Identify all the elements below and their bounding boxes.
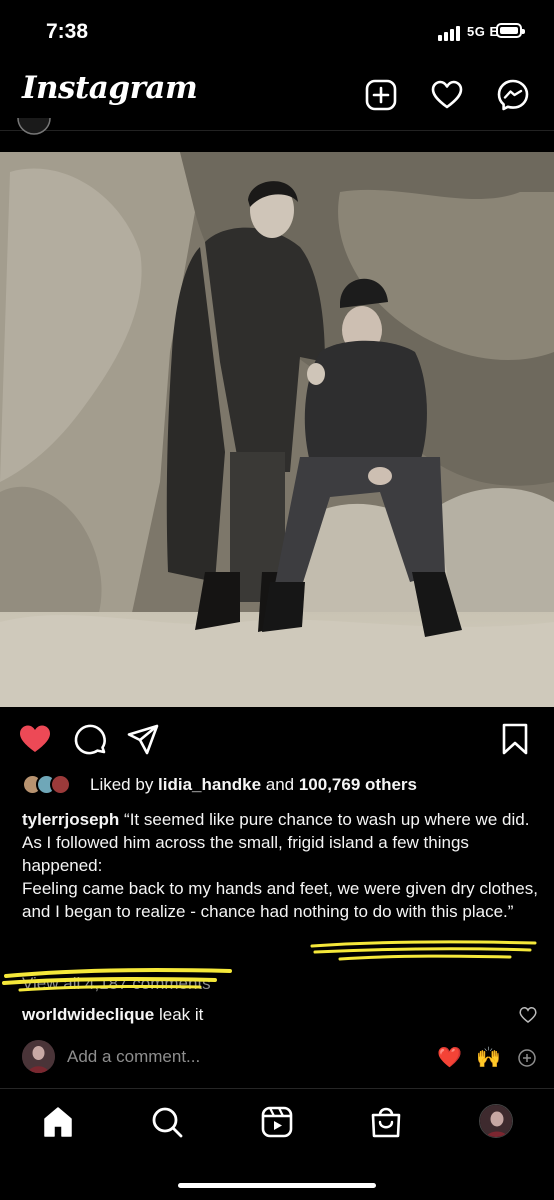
caption-username[interactable]: tylerrjoseph <box>22 810 119 829</box>
instagram-logo[interactable]: Instagram <box>22 70 198 106</box>
post-caption: tylerrjoseph “It seemed like pure chance… <box>22 808 542 923</box>
add-comment-input[interactable]: Add a comment... <box>67 1047 200 1067</box>
messenger-icon[interactable] <box>496 78 530 112</box>
post-photo[interactable] <box>0 152 554 707</box>
comment-like-heart-icon[interactable] <box>519 1006 537 1024</box>
home-indicator <box>178 1183 376 1188</box>
add-post-icon[interactable] <box>364 78 398 112</box>
photo-image <box>0 152 554 707</box>
activity-heart-icon[interactable] <box>430 78 464 112</box>
shop-icon[interactable] <box>368 1104 404 1140</box>
comment-username[interactable]: worldwideclique <box>22 1005 154 1024</box>
liked-by-count[interactable]: 100,769 others <box>299 775 417 794</box>
quick-emoji-heart[interactable]: ❤️ <box>437 1045 462 1070</box>
likes-summary[interactable]: Liked by lidia_handke and 100,769 others <box>90 775 417 795</box>
share-icon[interactable] <box>126 722 160 756</box>
header-divider <box>0 130 554 131</box>
add-emoji-icon[interactable] <box>517 1048 537 1068</box>
profile-avatar[interactable] <box>479 1104 513 1138</box>
top-comment: worldwideclique leak it <box>22 1005 203 1025</box>
bookmark-icon[interactable] <box>498 722 532 756</box>
reels-icon[interactable] <box>259 1104 295 1140</box>
like-heart-icon[interactable] <box>18 722 52 756</box>
signal-icon <box>438 25 464 41</box>
liked-by-middle: and <box>261 775 299 794</box>
yellow-highlight-scribble <box>2 940 537 992</box>
liker-avatar <box>50 774 71 795</box>
caption-line-3: Feeling came back to my hands and feet, … <box>22 879 538 921</box>
home-icon[interactable] <box>40 1104 76 1140</box>
liked-by-prefix: Liked by <box>90 775 159 794</box>
bottom-nav-divider <box>0 1088 554 1089</box>
previous-post-avatar[interactable] <box>16 118 52 136</box>
comment-text: leak it <box>154 1005 204 1024</box>
network-label: 5G E <box>467 24 499 39</box>
caption-line-2: As I followed him across the small, frig… <box>22 833 469 875</box>
quick-emoji-raised-hands[interactable]: 🙌 <box>476 1045 501 1070</box>
current-user-avatar <box>22 1040 55 1073</box>
liked-by-user[interactable]: lidia_handke <box>158 775 261 794</box>
battery-icon <box>496 23 525 38</box>
caption-line-1: “It seemed like pure chance to wash up w… <box>119 810 530 829</box>
comment-icon[interactable] <box>73 722 107 756</box>
status-time: 7:38 <box>46 20 89 43</box>
search-icon[interactable] <box>149 1104 185 1140</box>
